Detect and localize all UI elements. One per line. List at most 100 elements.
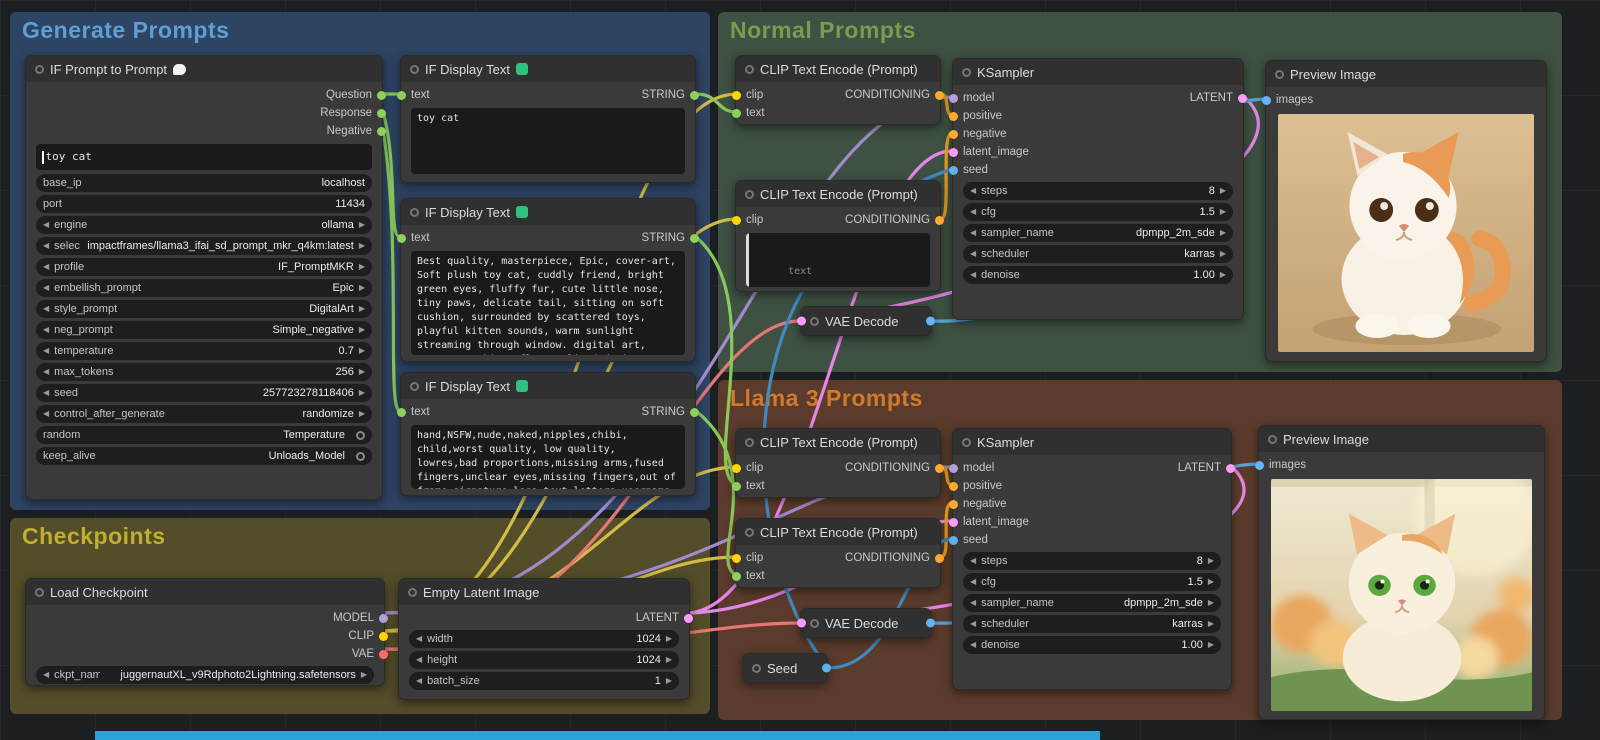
- output-dot-question[interactable]: [377, 90, 386, 100]
- output-slot-question[interactable]: Question: [26, 86, 386, 104]
- increment-arrow-icon[interactable]: ▶: [359, 347, 365, 355]
- output-dot-conditioning[interactable]: [935, 215, 944, 225]
- widget-keep-alive-toggle[interactable]: keep_alive Unloads_Model: [36, 447, 372, 465]
- node-ksampler-llama[interactable]: KSampler model LATENT positive negative …: [949, 428, 1235, 690]
- widget-control-after-generate[interactable]: ◀ control_after_generate randomize ▶: [36, 405, 372, 423]
- node-load-checkpoint[interactable]: Load Checkpoint MODEL CLIP VAE ◀ ckpt_na…: [25, 578, 388, 686]
- node-clip-text-encode-llama-positive[interactable]: CLIP Text Encode (Prompt) clip CONDITION…: [732, 428, 944, 498]
- node-header[interactable]: CLIP Text Encode (Prompt): [736, 519, 940, 545]
- widget-cfg[interactable]: ◀ cfg 1.5 ▶: [963, 203, 1233, 221]
- node-collapse-dot[interactable]: [962, 67, 971, 77]
- increment-arrow-icon[interactable]: ▶: [1208, 641, 1214, 649]
- increment-arrow-icon[interactable]: ▶: [1220, 187, 1226, 195]
- slot-row[interactable]: text: [732, 567, 940, 585]
- input-dot-clip[interactable]: [732, 90, 741, 100]
- widget-height[interactable]: ◀ height 1024 ▶: [409, 651, 679, 669]
- decrement-arrow-icon[interactable]: ◀: [43, 242, 49, 250]
- decrement-arrow-icon[interactable]: ◀: [970, 620, 976, 628]
- slot-row[interactable]: latent_image: [949, 513, 1231, 531]
- increment-arrow-icon[interactable]: ▶: [1208, 557, 1214, 565]
- widget-denoise[interactable]: ◀ denoise 1.00 ▶: [963, 636, 1221, 654]
- decrement-arrow-icon[interactable]: ◀: [970, 250, 976, 258]
- slot-row[interactable]: text STRING: [397, 403, 699, 421]
- increment-arrow-icon[interactable]: ▶: [1208, 620, 1214, 628]
- widget-width[interactable]: ◀ width 1024 ▶: [409, 630, 679, 648]
- increment-arrow-icon[interactable]: ▶: [359, 368, 365, 376]
- node-collapse-dot[interactable]: [408, 587, 417, 597]
- node-vae-decode-llama[interactable]: VAE Decode: [797, 608, 935, 638]
- output-dot-collapsed[interactable]: [926, 618, 935, 628]
- node-collapse-dot[interactable]: [1275, 69, 1284, 79]
- slot-row[interactable]: clip CONDITIONING: [732, 459, 944, 477]
- node-header[interactable]: IF Display Text: [401, 56, 695, 82]
- output-slot-vae[interactable]: VAE: [26, 645, 388, 663]
- node-header[interactable]: CLIP Text Encode (Prompt): [736, 181, 940, 207]
- decrement-arrow-icon[interactable]: ◀: [970, 271, 976, 279]
- input-dot-positive[interactable]: [949, 481, 958, 491]
- increment-arrow-icon[interactable]: ▶: [359, 263, 365, 271]
- widget-style-prompt[interactable]: ◀ style_prompt DigitalArt ▶: [36, 300, 372, 318]
- slot-row[interactable]: positive: [949, 107, 1243, 125]
- decrement-arrow-icon[interactable]: ◀: [970, 557, 976, 565]
- node-collapse-dot[interactable]: [410, 207, 419, 217]
- output-slot-response[interactable]: Response: [26, 104, 386, 122]
- input-dot-text[interactable]: [397, 90, 406, 100]
- output-dot-collapsed[interactable]: [822, 663, 831, 673]
- decrement-arrow-icon[interactable]: ◀: [43, 284, 49, 292]
- input-dot-text[interactable]: [397, 407, 406, 417]
- increment-arrow-icon[interactable]: ▶: [666, 677, 672, 685]
- input-dot-clip[interactable]: [732, 553, 741, 563]
- decrement-arrow-icon[interactable]: ◀: [43, 671, 49, 679]
- widget-steps[interactable]: ◀ steps 8 ▶: [963, 182, 1233, 200]
- increment-arrow-icon[interactable]: ▶: [666, 635, 672, 643]
- slot-row[interactable]: text STRING: [397, 86, 699, 104]
- node-collapse-dot[interactable]: [962, 437, 971, 447]
- node-header[interactable]: KSampler: [953, 429, 1231, 455]
- increment-arrow-icon[interactable]: ▶: [359, 242, 365, 250]
- node-collapse-dot[interactable]: [410, 64, 419, 74]
- output-dot-collapsed[interactable]: [926, 316, 935, 326]
- node-ksampler-normal[interactable]: KSampler model LATENT positive negative …: [949, 58, 1247, 320]
- increment-arrow-icon[interactable]: ▶: [359, 305, 365, 313]
- node-clip-text-encode-llama-negative[interactable]: CLIP Text Encode (Prompt) clip CONDITION…: [732, 518, 944, 588]
- slot-row[interactable]: images: [1262, 91, 1546, 109]
- node-clip-text-encode-normal-negative[interactable]: CLIP Text Encode (Prompt) clip CONDITION…: [732, 180, 944, 292]
- input-dot-clip[interactable]: [732, 463, 741, 473]
- input-dot-text[interactable]: [732, 481, 741, 491]
- input-dot-seed[interactable]: [949, 535, 958, 545]
- node-collapse-dot[interactable]: [745, 527, 754, 537]
- increment-arrow-icon[interactable]: ▶: [1208, 599, 1214, 607]
- textarea-scrollbar[interactable]: [746, 233, 749, 287]
- output-dot-model[interactable]: [379, 613, 388, 623]
- input-dot-text[interactable]: [732, 571, 741, 581]
- input-dot-latent-image[interactable]: [949, 147, 958, 157]
- increment-arrow-icon[interactable]: ▶: [359, 221, 365, 229]
- widget-profile[interactable]: ◀ profile IF_PromptMKR ▶: [36, 258, 372, 276]
- output-dot-latent[interactable]: [1226, 463, 1235, 473]
- decrement-arrow-icon[interactable]: ◀: [970, 641, 976, 649]
- output-dot-conditioning[interactable]: [935, 553, 944, 563]
- input-dot-positive[interactable]: [949, 111, 958, 121]
- output-dot-negative[interactable]: [377, 126, 386, 136]
- output-dot-string[interactable]: [690, 233, 699, 243]
- decrement-arrow-icon[interactable]: ◀: [416, 677, 422, 685]
- widget-sampler-name[interactable]: ◀ sampler_name dpmpp_2m_sde ▶: [963, 224, 1233, 242]
- node-header[interactable]: Empty Latent Image: [399, 579, 689, 605]
- increment-arrow-icon[interactable]: ▶: [1220, 271, 1226, 279]
- slot-row[interactable]: clip CONDITIONING: [732, 86, 944, 104]
- node-header[interactable]: IF Display Text: [401, 199, 695, 225]
- node-if-display-text-3[interactable]: IF Display Text text STRING hand,NSFW,nu…: [397, 372, 699, 496]
- decrement-arrow-icon[interactable]: ◀: [43, 326, 49, 334]
- widget-scheduler[interactable]: ◀ scheduler karras ▶: [963, 245, 1233, 263]
- slot-row[interactable]: text STRING: [397, 229, 699, 247]
- widget-neg-prompt[interactable]: ◀ neg_prompt Simple_negative ▶: [36, 321, 372, 339]
- widget-temperature[interactable]: ◀ temperature 0.7 ▶: [36, 342, 372, 360]
- slot-row[interactable]: model LATENT: [949, 89, 1247, 107]
- input-dot-collapsed[interactable]: [797, 618, 806, 628]
- input-dot-collapsed[interactable]: [797, 316, 806, 326]
- node-graph-canvas[interactable]: Generate Prompts Normal Prompts Llama 3 …: [0, 0, 1600, 740]
- node-collapse-dot[interactable]: [752, 663, 761, 673]
- widget-batch-size[interactable]: ◀ batch_size 1 ▶: [409, 672, 679, 690]
- slot-row[interactable]: images: [1255, 456, 1544, 474]
- node-header[interactable]: CLIP Text Encode (Prompt): [736, 429, 940, 455]
